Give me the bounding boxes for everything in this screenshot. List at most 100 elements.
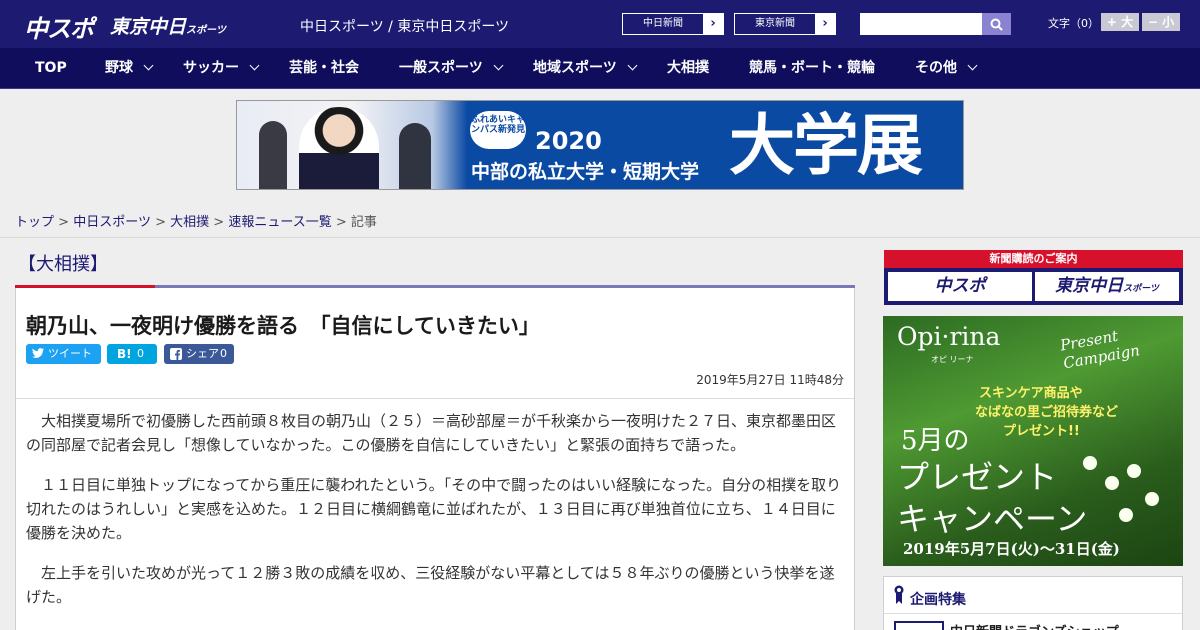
font-smaller-button[interactable]: − 小 xyxy=(1142,13,1180,31)
nav-label: TOP xyxy=(35,60,67,76)
banner-big-text: 大学展 xyxy=(729,107,923,184)
chunichi-shimbun-label: 中日新聞 xyxy=(623,14,703,34)
hatena-bookmark-button[interactable]: B! 0 xyxy=(107,344,157,364)
promo-brand: Opi·rina xyxy=(897,322,1001,351)
nav-label: 芸能・社会 xyxy=(289,60,359,76)
font-larger-button[interactable]: + 大 xyxy=(1101,13,1139,31)
nav-item-baseball[interactable]: 野球 xyxy=(105,48,154,89)
breadcrumb-current: 記事 xyxy=(350,215,377,230)
promo-title: キャンペーン xyxy=(897,500,1088,538)
breadcrumb-sumo[interactable]: 大相撲 xyxy=(170,215,209,230)
article-paragraph: 大相撲夏場所で初優勝した西前頭８枚目の朝乃山（２５）＝高砂部屋＝が千秋楽から一夜… xyxy=(26,412,837,454)
article-paragraph: 左上手を引いた攻めが光って１２勝３敗の成績を収め、三役経験がない平幕としては５８… xyxy=(26,564,835,606)
subscribe-tokyo-chunichi[interactable]: 東京中日スポーツ xyxy=(1035,272,1179,301)
promo-tagline: Present Campaign xyxy=(1058,326,1142,373)
nav-label: 地域スポーツ xyxy=(533,60,617,76)
banner-photo xyxy=(237,101,467,189)
twitter-icon xyxy=(32,348,44,358)
subscribe-tokyo-chunichi-suffix: スポーツ xyxy=(1123,284,1159,294)
subscription-box: 新聞購読のご案内 中スポ 東京中日スポーツ xyxy=(884,250,1183,305)
search-button[interactable] xyxy=(982,13,1011,35)
nav-label: 競馬・ボート・競輪 xyxy=(749,60,875,76)
site-name[interactable]: 中日スポーツ / 東京中日スポーツ xyxy=(300,16,509,36)
chevron-right-icon: › xyxy=(822,16,828,31)
student-figure xyxy=(259,121,287,189)
breadcrumb-separator: > xyxy=(335,215,347,230)
chevron-down-icon xyxy=(143,60,154,71)
lily-flower-decoration xyxy=(1105,476,1119,490)
chunichi-shimbun-link[interactable]: 中日新聞 › xyxy=(622,13,724,35)
dragons-shop-thumbnail[interactable] xyxy=(894,621,944,630)
nav-item-top[interactable]: TOP xyxy=(35,48,67,89)
student-figure xyxy=(399,123,431,189)
present-campaign-ad[interactable]: Opi·rina オピ リーナ Present Campaign スキンケア商品… xyxy=(883,316,1183,566)
subscribe-chunichi-sports[interactable]: 中スポ xyxy=(888,272,1032,301)
nav-label: 大相撲 xyxy=(667,60,709,76)
banner-year: 2020 xyxy=(535,127,602,155)
chevron-right-icon: › xyxy=(710,16,716,31)
feature-title: 企画特集 xyxy=(910,592,966,608)
tokyo-chunichi-logo-text: 東京中日 xyxy=(110,16,187,38)
search-input[interactable] xyxy=(860,13,982,35)
subscription-heading: 新聞購読のご案内 xyxy=(884,250,1183,268)
breadcrumb-news-list[interactable]: 速報ニュース一覧 xyxy=(228,215,331,230)
tweet-label: ツイート xyxy=(48,347,92,360)
ribbon-icon xyxy=(894,585,904,604)
banner-badge: ふれあいキャンパス新発見 xyxy=(470,111,526,149)
nav-item-sumo[interactable]: 大相撲 xyxy=(667,48,709,89)
university-fair-banner[interactable]: ふれあいキャンパス新発見 2020 中部の私立大学・短期大学 大学展 xyxy=(236,100,964,190)
promo-title: プレゼント xyxy=(897,458,1058,496)
breadcrumb: トップ > 中日スポーツ > 大相撲 > 速報ニュース一覧 > 記事 xyxy=(15,211,377,230)
student-figure xyxy=(299,107,379,189)
chevron-down-icon xyxy=(627,60,638,71)
breadcrumb-bar: トップ > 中日スポーツ > 大相撲 > 速報ニュース一覧 > 記事 xyxy=(0,200,1200,238)
tweet-button[interactable]: ツイート xyxy=(26,344,101,364)
hatena-count: 0 xyxy=(137,347,144,360)
chevron-down-icon xyxy=(967,60,978,71)
main-nav: TOP 野球 サッカー 芸能・社会 一般スポーツ 地域スポーツ 大相撲 競馬・ボ… xyxy=(0,48,1200,89)
nav-label: その他 xyxy=(915,60,957,76)
nav-item-local-sports[interactable]: 地域スポーツ xyxy=(533,48,638,89)
fb-share-count: 0 xyxy=(220,347,227,360)
nav-item-others[interactable]: その他 xyxy=(915,48,978,89)
promo-copy: プレゼント!! xyxy=(1003,424,1080,439)
banner-subtitle: 中部の私立大学・短期大学 xyxy=(471,161,700,183)
top-header: 中スポ 東京中日スポーツ 中日スポーツ / 東京中日スポーツ 中日新聞 › 東京… xyxy=(0,0,1200,48)
breadcrumb-top[interactable]: トップ xyxy=(15,215,54,230)
promo-copy: なばなの里ご招待券など xyxy=(975,405,1119,420)
search-icon xyxy=(990,18,1003,31)
nav-item-entertainment[interactable]: 芸能・社会 xyxy=(289,48,359,89)
breadcrumb-separator: > xyxy=(155,215,166,230)
nav-item-soccer[interactable]: サッカー xyxy=(183,48,260,89)
article-accent-border xyxy=(15,285,155,288)
tokyo-chunichi-logo[interactable]: 東京中日スポーツ xyxy=(110,12,226,39)
tokyo-shimbun-link[interactable]: 東京新聞 › xyxy=(734,13,836,35)
article-headline: 朝乃山、一夜明け優勝を語る 「自信にしていきたい」 xyxy=(26,314,540,338)
breadcrumb-separator: > xyxy=(213,215,225,230)
divider xyxy=(16,398,854,399)
feature-box: 企画特集 中日新聞ドラゴンズショップ xyxy=(883,576,1183,630)
facebook-share-button[interactable]: シェア 0 xyxy=(164,344,234,364)
nav-label: 野球 xyxy=(105,60,133,76)
hatena-icon: B! xyxy=(117,347,132,361)
nav-label: サッカー xyxy=(183,60,239,76)
breadcrumb-separator: > xyxy=(58,215,70,230)
lily-flower-decoration xyxy=(1127,464,1141,478)
nav-item-racing[interactable]: 競馬・ボート・競輪 xyxy=(749,48,875,89)
nav-item-general-sports[interactable]: 一般スポーツ xyxy=(399,48,504,89)
lily-flower-decoration xyxy=(1145,492,1159,506)
chevron-down-icon xyxy=(249,60,260,71)
promo-brand-reading: オピ リーナ xyxy=(931,355,974,364)
tokyo-shimbun-label: 東京新聞 xyxy=(735,14,815,34)
font-size-label: 文字（0） xyxy=(1048,17,1099,30)
facebook-icon xyxy=(170,348,182,360)
lily-flower-decoration xyxy=(1083,456,1097,470)
divider xyxy=(884,613,1182,614)
promo-copy: スキンケア商品や xyxy=(979,386,1083,401)
nav-label: 一般スポーツ xyxy=(399,60,483,76)
feature-item-dragons-shop[interactable]: 中日新聞ドラゴンズショップ xyxy=(950,621,1119,630)
article-category: 【大相撲】 xyxy=(18,254,108,275)
article-paragraph: １１日目に単独トップになってから重圧に襲われたという。「その中で闘ったのはいい経… xyxy=(26,476,842,542)
breadcrumb-chunichi-sports[interactable]: 中日スポーツ xyxy=(73,215,151,230)
chunichi-sports-logo[interactable]: 中スポ xyxy=(24,9,94,44)
